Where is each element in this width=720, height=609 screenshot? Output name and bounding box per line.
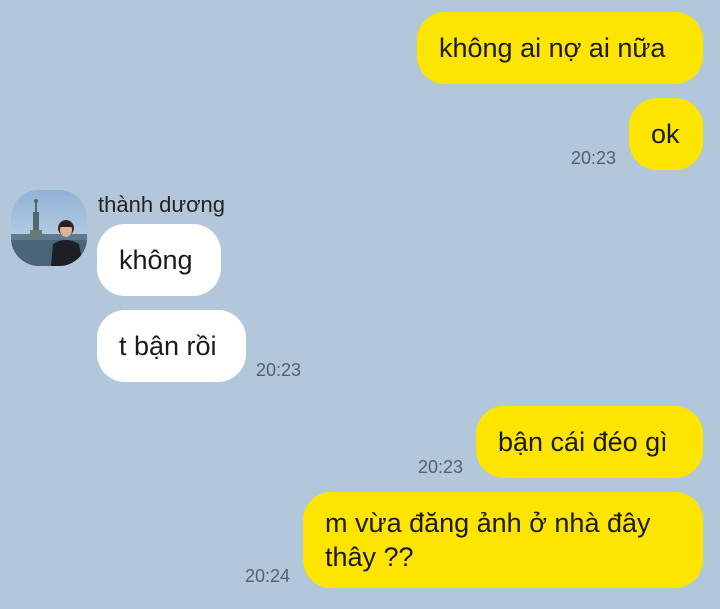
- message-text: ok: [651, 119, 680, 149]
- message-time: 20:23: [418, 457, 464, 477]
- message-text: không: [119, 245, 193, 275]
- message-time: 20:23: [256, 360, 302, 380]
- message-bubble-sent[interactable]: m vừa đăng ảnh ở nhà đây thây ??: [303, 492, 703, 588]
- message-time: 20:24: [245, 566, 291, 586]
- message-bubble-received[interactable]: không: [97, 224, 221, 296]
- message-bubble-sent[interactable]: ok: [629, 98, 703, 170]
- message-text: t bận rồi: [119, 331, 217, 361]
- message-bubble-sent[interactable]: bận cái đéo gì: [476, 406, 703, 478]
- profile-photo-icon: [11, 190, 87, 266]
- message-time: 20:23: [571, 148, 617, 168]
- sender-name: thành dương: [98, 192, 226, 217]
- contact-avatar[interactable]: [11, 190, 87, 266]
- message-text: không ai nợ ai nữa: [439, 33, 666, 63]
- message-bubble-sent[interactable]: không ai nợ ai nữa: [417, 12, 703, 84]
- message-bubble-received[interactable]: t bận rồi: [97, 310, 246, 382]
- message-text: m vừa đăng ảnh ở nhà đây thây ??: [325, 508, 651, 572]
- message-text: bận cái đéo gì: [498, 427, 668, 457]
